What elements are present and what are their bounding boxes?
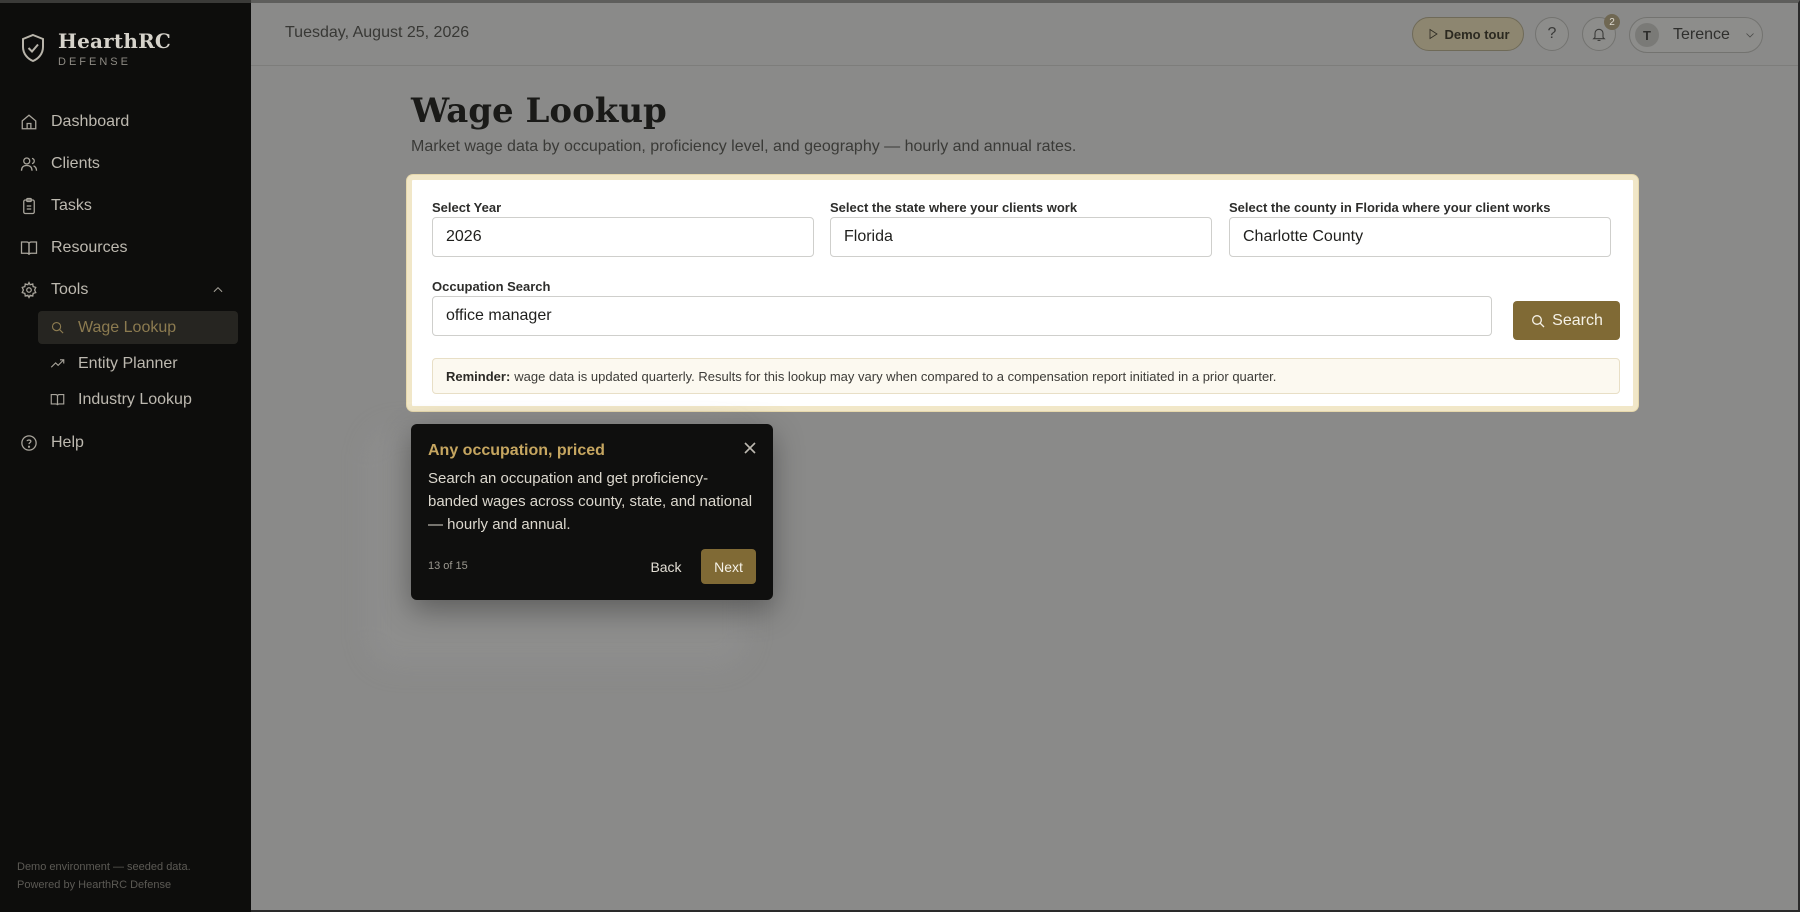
search-icon [51,321,64,334]
reminder-notice: Reminder: wage data is updated quarterly… [432,358,1620,394]
close-button[interactable] [743,441,757,455]
footer-line-1: Demo environment — seeded data. [17,861,191,873]
demo-tour-label: Demo tour [1444,26,1510,42]
sidebar-item-label: Tasks [51,197,92,214]
tour-title: Any occupation, priced [428,442,605,459]
sidebar: HearthRC DEFENSE Dashboard Clients Tasks… [0,0,251,912]
help-button[interactable]: ? [1535,17,1569,51]
brand-name: HearthRC [58,29,172,53]
county-label: Select the county in Florida where your … [1229,200,1551,215]
topbar: Tuesday, August 25, 2026 Demo tour ? 2 T… [251,3,1798,66]
year-label: Select Year [432,200,502,215]
reminder-text: wage data is updated quarterly. Results … [514,368,1277,384]
sidebar-nav: Dashboard Clients Tasks Resources Tools … [0,101,251,464]
page-subtitle: Market wage data by occupation, proficie… [411,138,1077,155]
reminder-label: Reminder: [446,368,511,384]
notification-count-badge: 2 [1604,14,1620,30]
wage-lookup-form: Select Year Select the state where your … [407,175,1638,411]
year-select[interactable] [432,217,814,257]
sidebar-item-label: Resources [51,239,128,256]
avatar: T [1635,23,1659,47]
tour-back-button[interactable]: Back [643,550,689,584]
tour-popover: Any occupation, priced Search an occupat… [411,424,773,600]
brand-subtitle: DEFENSE [58,56,131,68]
sidebar-item-label: Industry Lookup [78,390,192,408]
sidebar-item-wage-lookup[interactable]: Wage Lookup [38,311,238,344]
page-title: Wage Lookup [411,91,667,131]
tour-body: Search an occupation and get proficiency… [428,470,753,533]
sidebar-item-label: Clients [51,155,100,172]
occupation-label: Occupation Search [432,279,551,294]
tools-subnav: Wage Lookup Entity Planner Industry Look… [0,311,251,416]
brand[interactable]: HearthRC DEFENSE [20,29,171,68]
chevron-up-icon[interactable] [211,283,225,297]
home-icon [21,114,37,130]
sidebar-item-entity-planner[interactable]: Entity Planner [38,347,238,380]
sidebar-item-label: Dashboard [51,113,130,130]
book-icon [50,393,65,406]
play-icon [1429,28,1438,40]
sidebar-footer: Demo environment — seeded data. Powered … [17,858,191,894]
county-select[interactable] [1229,217,1611,257]
search-button[interactable]: Search [1513,301,1620,340]
sidebar-item-label: Wage Lookup [78,318,177,336]
sidebar-item-dashboard[interactable]: Dashboard [0,101,251,143]
sidebar-item-clients[interactable]: Clients [0,143,251,185]
current-date: Tuesday, August 25, 2026 [285,24,470,41]
sidebar-item-help[interactable]: Help [0,422,251,464]
tour-next-button[interactable]: Next [701,549,756,584]
sidebar-item-tasks[interactable]: Tasks [0,185,251,227]
chevron-down-icon [1746,33,1754,38]
sidebar-item-label: Entity Planner [78,354,178,372]
trend-up-icon [50,359,65,368]
sidebar-item-resources[interactable]: Resources [0,227,251,269]
clipboard-icon [23,197,35,215]
book-icon [20,241,38,255]
bell-icon [1592,28,1606,42]
tour-step-counter: 13 of 15 [428,560,468,572]
users-icon [20,157,38,171]
occupation-search-input[interactable] [432,296,1492,336]
sidebar-item-label: Help [51,434,84,451]
state-label: Select the state where your clients work [830,200,1078,215]
sidebar-item-tools[interactable]: Tools [0,269,251,311]
shield-check-icon [22,33,44,63]
help-circle-icon [21,435,37,451]
state-select[interactable] [830,217,1212,257]
main-content: Tuesday, August 25, 2026 Demo tour ? 2 T… [251,0,1800,912]
notifications-button[interactable]: 2 [1582,14,1620,51]
search-button-label: Search [1552,311,1603,329]
gear-icon [21,281,37,299]
sidebar-item-label: Tools [51,281,89,298]
demo-tour-button[interactable]: Demo tour [1412,17,1524,51]
user-menu[interactable]: T Terence [1629,17,1763,53]
sidebar-item-industry-lookup[interactable]: Industry Lookup [38,383,238,416]
footer-line-2: Powered by HearthRC Defense [17,879,172,891]
help-glyph: ? [1547,25,1557,42]
user-name: Terence [1673,26,1730,43]
close-icon [744,442,756,454]
search-icon [1532,314,1545,327]
